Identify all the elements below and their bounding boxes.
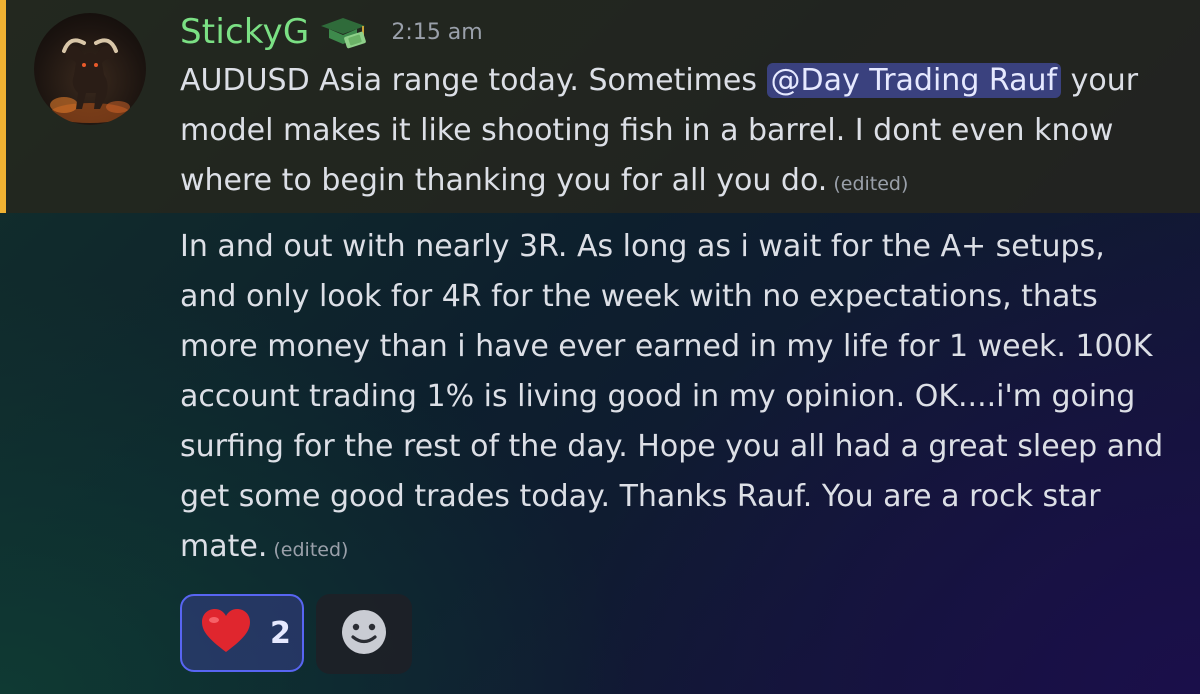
bull-avatar-image [50, 38, 130, 123]
smiley-icon [340, 608, 388, 660]
message-text: AUDUSD Asia range today. Sometimes @Day … [180, 56, 1170, 209]
reaction-count: 2 [270, 615, 291, 651]
message-header: StickyG 2:15 am [180, 8, 483, 56]
reaction-heart[interactable]: 2 [180, 594, 304, 672]
highlight-bar [0, 0, 6, 213]
timestamp: 2:15 am [391, 19, 483, 45]
edited-label: (edited) [273, 539, 349, 561]
followup-message-text: In and out with nearly 3R. As long as i … [180, 222, 1170, 575]
message-text-part: AUDUSD Asia range today. Sometimes [180, 63, 767, 98]
avatar[interactable] [34, 13, 146, 125]
graduation-cap-money-icon [319, 14, 371, 50]
followup-text: In and out with nearly 3R. As long as i … [180, 229, 1164, 564]
heart-icon [200, 608, 252, 658]
add-reaction-button[interactable] [316, 594, 412, 674]
username[interactable]: StickyG [180, 12, 309, 52]
user-mention[interactable]: @Day Trading Rauf [766, 63, 1062, 98]
edited-label: (edited) [833, 173, 909, 195]
reactions-row: 2 [180, 594, 412, 674]
